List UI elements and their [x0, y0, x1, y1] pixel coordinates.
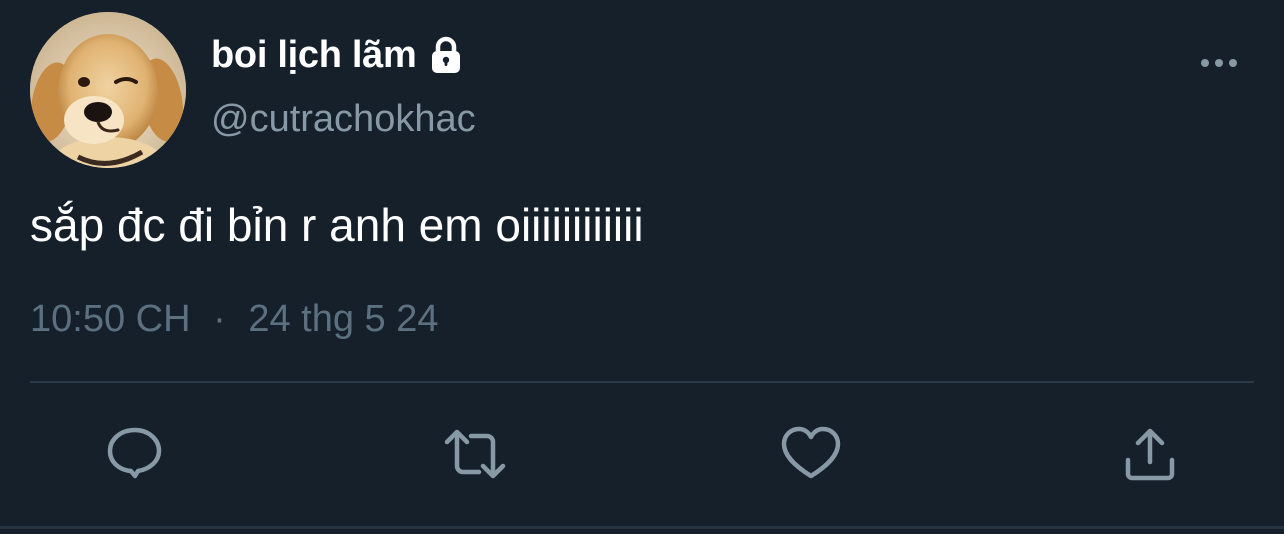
reply-button[interactable]	[105, 424, 165, 484]
timestamp-separator: ·	[213, 298, 226, 340]
avatar[interactable]	[30, 12, 186, 168]
dog-avatar-image	[30, 12, 186, 168]
bottom-divider	[0, 526, 1284, 529]
reply-icon	[107, 427, 162, 479]
share-button[interactable]	[1120, 424, 1180, 484]
tweet-date: 24 thg 5 24	[248, 298, 439, 340]
lock-icon	[426, 35, 466, 75]
divider	[30, 381, 1254, 383]
tweet-text: sắp đc đi bỉn r anh em oiiiiiiiiiiii	[30, 199, 644, 251]
retweet-icon	[444, 429, 506, 479]
retweet-button[interactable]	[443, 424, 506, 484]
tweet-detail: boi lịch lãm @cutrachokhac sắp đc đi bỉn…	[0, 0, 1284, 534]
share-icon	[1125, 428, 1175, 481]
timestamp-row[interactable]: 10:50 CH · 24 thg 5 24	[30, 298, 439, 341]
like-button[interactable]	[780, 424, 841, 484]
like-icon	[781, 426, 841, 479]
display-name-row: boi lịch lãm	[211, 32, 466, 78]
more-options-icon[interactable]	[1196, 48, 1242, 78]
user-handle[interactable]: @cutrachokhac	[211, 98, 476, 141]
display-name[interactable]: boi lịch lãm	[211, 34, 417, 77]
tweet-time: 10:50 CH	[30, 298, 191, 340]
